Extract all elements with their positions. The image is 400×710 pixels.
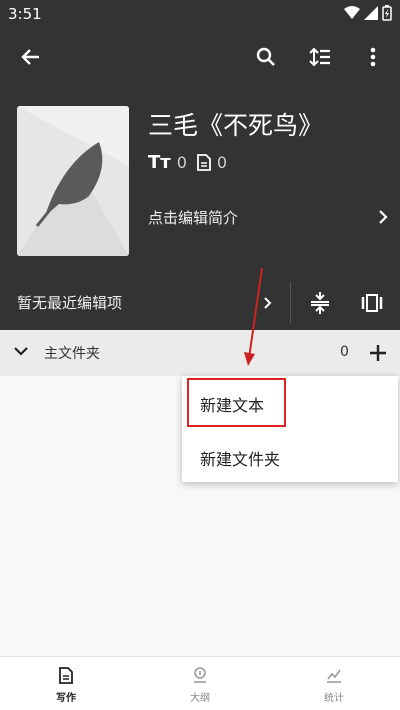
new-folder-label: 新建文件夹: [200, 450, 281, 469]
document-icon: [59, 666, 73, 684]
more-button[interactable]: [355, 39, 391, 75]
view-mode-button[interactable]: [357, 288, 387, 318]
nav-stats-label: 统计: [324, 693, 344, 704]
recent-edits-chevron[interactable]: [258, 288, 278, 318]
nav-outline[interactable]: 大纲: [160, 665, 240, 707]
word-count-icon: Tт: [148, 152, 171, 173]
book-header: 三毛《不死鸟》 Tт 0 0 点击编辑简介 暂无最近编辑项: [0, 86, 400, 330]
back-button[interactable]: [13, 39, 49, 75]
collapse-icon: [311, 292, 329, 314]
highlight-box: [187, 378, 286, 427]
bottom-nav: 写作 大纲 统计: [0, 656, 400, 710]
new-folder-menu-item[interactable]: 新建文件夹: [182, 430, 398, 482]
add-button[interactable]: [363, 338, 393, 368]
more-vert-icon: [370, 47, 376, 67]
main-folder-row[interactable]: 主文件夹 0: [0, 330, 400, 376]
word-count: 0: [176, 153, 187, 172]
sort-button[interactable]: [302, 39, 338, 75]
outline-icon: [194, 667, 206, 683]
arrow-left-icon: [21, 49, 39, 65]
status-icons: [344, 5, 392, 21]
book-cover[interactable]: [17, 106, 129, 256]
plus-icon: [370, 345, 386, 361]
toolbar-divider: [290, 282, 291, 324]
nav-stats[interactable]: 统计: [294, 665, 374, 707]
status-bar: 3:51: [0, 0, 400, 28]
status-time: 3:51: [8, 5, 42, 23]
sort-icon: [309, 47, 330, 67]
nav-writing[interactable]: 写作: [26, 665, 106, 707]
search-button[interactable]: [248, 39, 284, 75]
folder-count: 0: [340, 344, 349, 360]
recent-edits-row: 暂无最近编辑项: [0, 276, 400, 330]
carousel-icon: [361, 294, 383, 312]
battery-icon: [382, 5, 392, 21]
recent-edits-label: 暂无最近编辑项: [17, 294, 123, 312]
wifi-icon: [344, 6, 360, 19]
edit-intro-link[interactable]: 点击编辑简介: [148, 204, 388, 230]
chart-icon: [327, 669, 341, 683]
nav-outline-label: 大纲: [190, 693, 210, 704]
folder-name: 主文件夹: [44, 346, 100, 362]
document-icon: [197, 154, 211, 171]
doc-count: 0: [216, 153, 228, 172]
chevron-right-icon: [264, 297, 272, 309]
feather-icon: [17, 106, 129, 256]
collapse-all-button[interactable]: [305, 288, 335, 318]
nav-writing-label: 写作: [56, 693, 76, 704]
app-bar: [0, 28, 400, 86]
book-title: 三毛《不死鸟》: [148, 111, 324, 140]
chevron-down-icon[interactable]: [12, 342, 30, 360]
edit-intro-label: 点击编辑简介: [148, 208, 239, 227]
chevron-right-icon: [379, 210, 388, 224]
signal-icon: [364, 6, 378, 20]
book-stats: Tт 0 0: [148, 152, 227, 173]
search-icon: [256, 47, 275, 66]
